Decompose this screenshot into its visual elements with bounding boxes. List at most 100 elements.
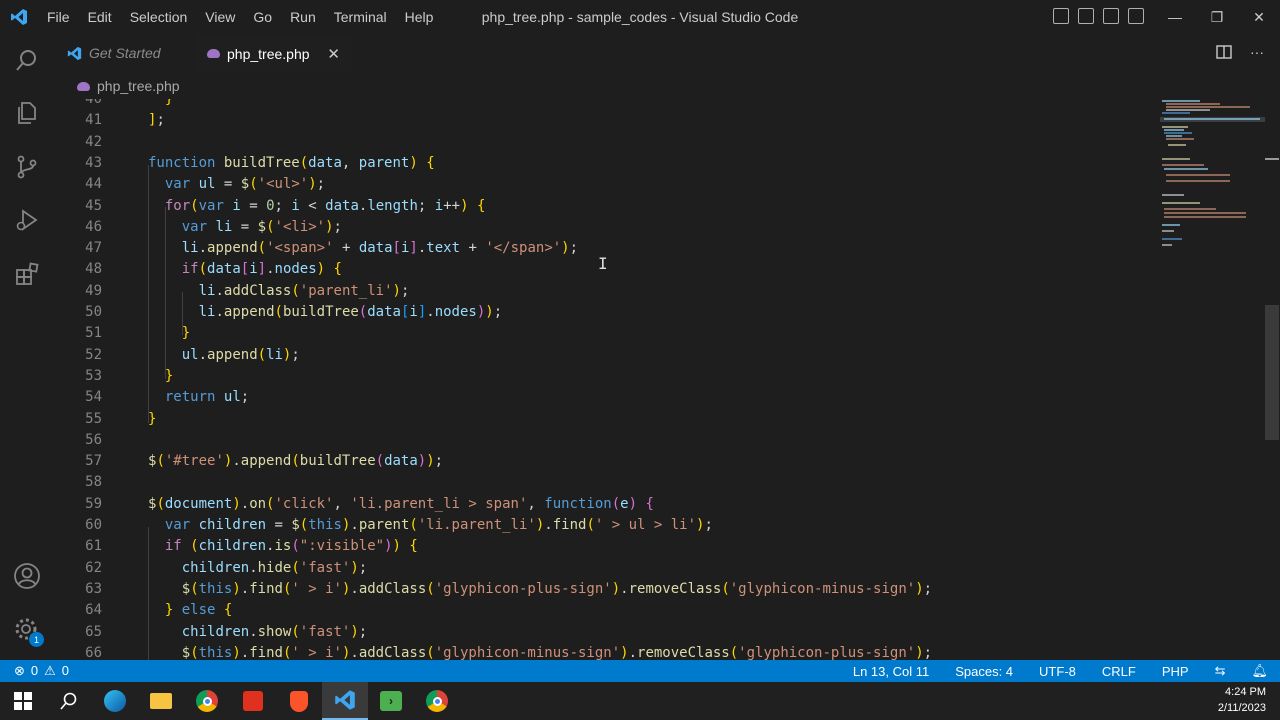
clock-time: 4:24 PM — [1225, 686, 1266, 698]
tab-get-started[interactable]: Get Started — [55, 34, 195, 72]
code-line: 54 return ul; — [55, 387, 1155, 408]
extensions-icon[interactable] — [9, 256, 45, 292]
notifications-bell-icon[interactable]: 🔔︎ — [1251, 663, 1268, 679]
line-number: 59 — [85, 495, 102, 512]
encoding[interactable]: UTF-8 — [1039, 664, 1076, 679]
line-number: 43 — [85, 154, 102, 171]
menu-file[interactable]: File — [38, 0, 79, 34]
menu-run[interactable]: Run — [281, 0, 325, 34]
code-line: 59 $(document).on('click', 'li.parent_li … — [55, 494, 1155, 515]
code-editor[interactable]: 40 } 41]; 42 43 function buildTree(data, par… — [55, 99, 1280, 660]
minimap[interactable] — [1160, 99, 1265, 259]
account-icon[interactable] — [9, 558, 45, 594]
line-number: 45 — [85, 197, 102, 214]
breadcrumb-file[interactable]: php_tree.php — [97, 78, 180, 94]
language-mode[interactable]: PHP — [1162, 664, 1189, 679]
menu-edit[interactable]: Edit — [79, 0, 121, 34]
source-control-icon[interactable] — [9, 149, 45, 185]
line-number: 65 — [85, 623, 102, 640]
line-number: 55 — [85, 410, 102, 427]
title-bar: File Edit Selection View Go Run Terminal… — [0, 0, 1280, 34]
vscode-taskbar-icon[interactable] — [322, 682, 368, 720]
toggle-panel-icon[interactable] — [1078, 8, 1094, 24]
line-number: 62 — [85, 559, 102, 576]
line-ending[interactable]: CRLF — [1102, 664, 1136, 679]
settings-badge: 1 — [29, 632, 44, 647]
minimize-icon[interactable]: — — [1154, 0, 1196, 34]
customize-layout-icon[interactable] — [1128, 8, 1144, 24]
code-line: 63 $(this).find(' > i').addClass('glyphi… — [55, 579, 1155, 600]
editor-tabs: Get Started php_tree.php ✕ — [55, 34, 1280, 72]
indentation[interactable]: Spaces: 4 — [955, 664, 1013, 679]
line-code: li.append(buildTree(data[i].nodes)); — [198, 304, 503, 320]
tab-php-tree[interactable]: php_tree.php ✕ — [195, 34, 352, 72]
error-icon: ⊗ — [14, 663, 25, 678]
brave-browser-icon[interactable] — [276, 682, 322, 720]
line-code: } — [148, 410, 157, 427]
vertical-scrollbar[interactable] — [1265, 305, 1279, 440]
more-actions-icon[interactable]: ··· — [1250, 44, 1264, 63]
windows-taskbar: › — [0, 682, 1280, 720]
line-code: ul.append(li); — [181, 346, 300, 363]
feedback-icon[interactable]: ⇆ — [1215, 663, 1226, 679]
vscode-logo-icon[interactable] — [0, 0, 38, 34]
split-editor-icon[interactable] — [1216, 44, 1232, 63]
line-code: var children = $(this).parent('li.parent… — [164, 517, 713, 533]
code-line: 42 — [55, 132, 1155, 153]
line-number: 42 — [85, 133, 102, 150]
menu-selection[interactable]: Selection — [121, 0, 197, 34]
line-number: 46 — [85, 218, 102, 235]
php-elephant-icon — [207, 49, 220, 58]
menu-terminal[interactable]: Terminal — [325, 0, 396, 34]
code-line: 50 li.append(buildTree(data[i].nodes)); — [55, 302, 1155, 323]
line-number: 56 — [85, 431, 102, 448]
search-icon[interactable] — [9, 42, 45, 78]
toggle-primary-sidebar-icon[interactable] — [1053, 8, 1069, 24]
explorer-icon[interactable] — [9, 95, 45, 131]
line-code: } — [164, 99, 174, 107]
line-code: if(data[i].nodes) { — [181, 261, 342, 278]
manage-gear-icon[interactable]: 1 — [9, 612, 45, 648]
line-code: return ul; — [164, 389, 250, 406]
line-code: } — [164, 367, 174, 384]
code-line: 56 — [55, 430, 1155, 451]
line-number: 51 — [85, 325, 102, 342]
scrollbar-marker — [1265, 158, 1279, 160]
line-number: 66 — [85, 644, 102, 660]
cursor-position[interactable]: Ln 13, Col 11 — [853, 664, 929, 679]
tab-label: php_tree.php — [227, 45, 310, 62]
windows-start-icon[interactable] — [0, 682, 46, 720]
editor-actions: ··· — [1216, 44, 1264, 63]
taskbar-search-icon[interactable] — [46, 682, 92, 720]
code-line: 61 if (children.is(":visible")) { — [55, 536, 1155, 557]
line-code: li.append('<span>' + data[i].text + '</s… — [181, 240, 579, 257]
menu-go[interactable]: Go — [244, 0, 281, 34]
restore-icon[interactable]: ❐ — [1196, 0, 1238, 34]
taskbar-clock[interactable]: 4:24 PM 2/11/2023 — [1218, 684, 1266, 716]
chrome-browser-icon[interactable] — [184, 682, 230, 720]
acrobat-reader-icon[interactable] — [230, 682, 276, 720]
warning-count: 0 — [61, 663, 70, 678]
close-tab-icon[interactable]: ✕ — [327, 45, 340, 63]
menu-view[interactable]: View — [196, 0, 244, 34]
line-code: if (children.is(":visible")) { — [164, 538, 418, 555]
code-line: 62 children.hide('fast'); — [55, 558, 1155, 579]
line-code: children.hide('fast'); — [181, 559, 368, 576]
code-line: 45 for(var i = 0; i < data.length; i++) … — [55, 196, 1155, 217]
toggle-secondary-sidebar-icon[interactable] — [1103, 8, 1119, 24]
problems-indicator[interactable]: ⊗ 0 ⚠ 0 — [0, 663, 69, 679]
code-line: 55} — [55, 409, 1155, 430]
chrome-profile-icon[interactable] — [414, 682, 460, 720]
line-code: for(var i = 0; i < data.length; i++) { — [164, 197, 486, 214]
line-number: 64 — [85, 602, 102, 619]
powershell-terminal-icon[interactable]: › — [368, 682, 414, 720]
file-explorer-icon[interactable] — [138, 682, 184, 720]
close-window-icon[interactable]: ✕ — [1238, 0, 1280, 34]
line-number: 63 — [85, 580, 102, 597]
line-code: $(this).find(' > i').addClass('glyphicon… — [181, 580, 933, 597]
line-number: 60 — [85, 517, 102, 533]
run-debug-icon[interactable] — [9, 202, 45, 238]
code-line: 57 $('#tree').append(buildTree(data)); — [55, 451, 1155, 472]
menu-help[interactable]: Help — [396, 0, 443, 34]
edge-browser-icon[interactable] — [92, 682, 138, 720]
